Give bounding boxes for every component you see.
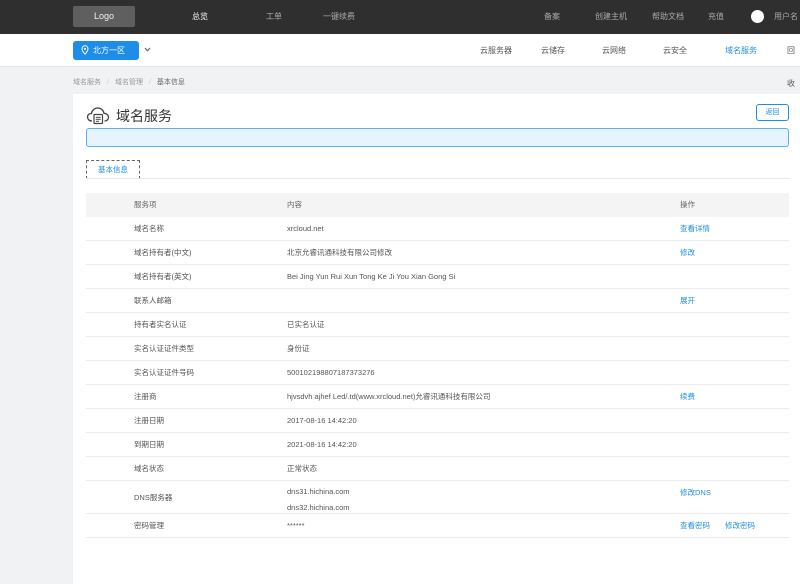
row-name: 注册日期: [134, 416, 164, 425]
row-content: xrcloud.net: [287, 224, 324, 233]
cloud-domain-icon: [86, 107, 110, 125]
header-service-item: 服务项: [134, 200, 157, 209]
table-row: 域名持有者(中文) 北京允睿讯通科技有限公司修改 修改: [86, 241, 789, 265]
nav-overview[interactable]: 总览: [192, 0, 208, 34]
main-panel: 域名服务 返回 基本信息 服务项 内容 操作 域名名称 xrcloud.net 查看…: [73, 94, 800, 584]
view-password-link[interactable]: 查看密码: [680, 514, 710, 537]
subnav-domain-service[interactable]: 域名服务: [725, 34, 757, 67]
row-content: 2017-08-16 14:42:20: [287, 416, 357, 425]
nav-help-docs[interactable]: 帮助文档: [652, 0, 684, 34]
subnav-cloud-server[interactable]: 云服务器: [480, 34, 512, 67]
header-action: 操作: [680, 200, 695, 209]
row-name: 实名认证证件类型: [134, 344, 194, 353]
subnav-cloud-security[interactable]: 云安全: [663, 34, 687, 67]
back-button[interactable]: 返回: [756, 104, 789, 121]
row-content: dns31.hichina.com dns32.hichina.com: [287, 484, 350, 516]
breadcrumb: 域名服务 / 域名管理 / 基本信息: [73, 79, 185, 86]
row-content: 2021-08-16 14:42:20: [287, 440, 357, 449]
row-action-link[interactable]: 查看详情: [680, 217, 710, 240]
nav-create-host[interactable]: 创建主机: [595, 0, 627, 34]
table-row: 联系人邮箱 展开: [86, 289, 789, 313]
row-content: 已实名认证: [287, 320, 325, 329]
table-row: 实名认证证件号码 500102198807187373276: [86, 361, 789, 385]
modify-password-link[interactable]: 修改密码: [725, 514, 755, 537]
row-content: 500102198807187373276: [287, 368, 375, 377]
row-name: 域名状态: [134, 464, 164, 473]
tab-divider: [86, 178, 789, 179]
table-row: 域名名称 xrcloud.net 查看详情: [86, 217, 789, 241]
info-banner: [86, 128, 789, 147]
region-label: 北方一区: [93, 46, 125, 55]
breadcrumb-domain-service[interactable]: 域名服务: [73, 79, 101, 86]
subnav-cloud-storage[interactable]: 云储存: [541, 34, 565, 67]
row-name: 密码管理: [134, 521, 164, 530]
row-name: 到期日期: [134, 440, 164, 449]
location-pin-icon: [81, 45, 89, 55]
row-name: 域名持有者(英文): [134, 272, 192, 281]
table-row: 域名状态 正常状态: [86, 457, 789, 481]
row-content: 身份证: [287, 344, 310, 353]
table-row: 注册日期 2017-08-16 14:42:20: [86, 409, 789, 433]
page-title: 域名服务: [116, 108, 172, 124]
logo[interactable]: Logo: [73, 6, 135, 27]
table-row: 域名持有者(英文) Bei Jing Yun Rui Xun Tong Ke Ji…: [86, 265, 789, 289]
row-action-link[interactable]: 修改: [680, 241, 695, 264]
table-row: 注册商 hjvsdvh ajhef Led/.td(www.xrcloud.net…: [86, 385, 789, 409]
nav-tickets[interactable]: 工单: [266, 0, 282, 34]
service-navbar: 北方一区 云服务器 云储存 云网络 云安全 域名服务 回收: [0, 34, 800, 88]
row-content: 北京允睿讯通科技有限公司修改: [287, 248, 392, 257]
username[interactable]: 用户名: [774, 0, 798, 34]
subnav-recycle[interactable]: 回收: [787, 34, 800, 88]
row-content: 正常状态: [287, 464, 317, 473]
row-name: 联系人邮箱: [134, 296, 172, 305]
row-name: 域名持有者(中文): [134, 248, 192, 257]
table-row: 到期日期 2021-08-16 14:42:20: [86, 433, 789, 457]
breadcrumb-domain-manage[interactable]: 域名管理: [115, 79, 143, 86]
table-row: 持有者实名认证 已实名认证: [86, 313, 789, 337]
subnav-cloud-network[interactable]: 云网络: [602, 34, 626, 67]
nav-recharge[interactable]: 充值: [708, 0, 724, 34]
chevron-down-icon[interactable]: [143, 45, 152, 54]
region-selector[interactable]: 北方一区: [73, 41, 139, 60]
row-action-link[interactable]: 展开: [680, 289, 695, 312]
nav-renew[interactable]: 一键续费: [323, 0, 355, 34]
table-row-dns: DNS服务器 dns31.hichina.com dns32.hichina.c…: [86, 481, 789, 514]
row-name: 持有者实名认证: [134, 320, 187, 329]
row-content: Bei Jing Yun Rui Xun Tong Ke Ji You Xian…: [287, 272, 456, 281]
table-header: 服务项 内容 操作: [86, 193, 789, 217]
nav-filing[interactable]: 备案: [544, 0, 560, 34]
header-content: 内容: [287, 200, 302, 209]
table-row-password: 密码管理 ****** 查看密码 修改密码: [86, 514, 789, 538]
row-name: 注册商: [134, 392, 157, 401]
row-name: 实名认证证件号码: [134, 368, 194, 377]
row-action-link[interactable]: 续费: [680, 385, 695, 408]
row-content: hjvsdvh ajhef Led/.td(www.xrcloud.net)允睿…: [287, 392, 491, 401]
modify-dns-link[interactable]: 修改DNS: [680, 481, 711, 505]
tab-basic-info[interactable]: 基本信息: [86, 160, 140, 179]
dns-server-1: dns31.hichina.com: [287, 487, 350, 496]
table-row: 实名认证证件类型 身份证: [86, 337, 789, 361]
avatar[interactable]: [751, 10, 764, 23]
info-table: 服务项 内容 操作 域名名称 xrcloud.net 查看详情域名持有者(中文) 北京…: [86, 193, 789, 538]
row-content: ******: [287, 521, 305, 530]
top-navbar: Logo 总览 工单 一键续费 备案 创建主机 帮助文档 充值 用户名: [0, 0, 800, 34]
breadcrumb-current: 基本信息: [156, 79, 185, 86]
row-name: DNS服务器: [134, 493, 173, 502]
row-name: 域名名称: [134, 224, 164, 233]
